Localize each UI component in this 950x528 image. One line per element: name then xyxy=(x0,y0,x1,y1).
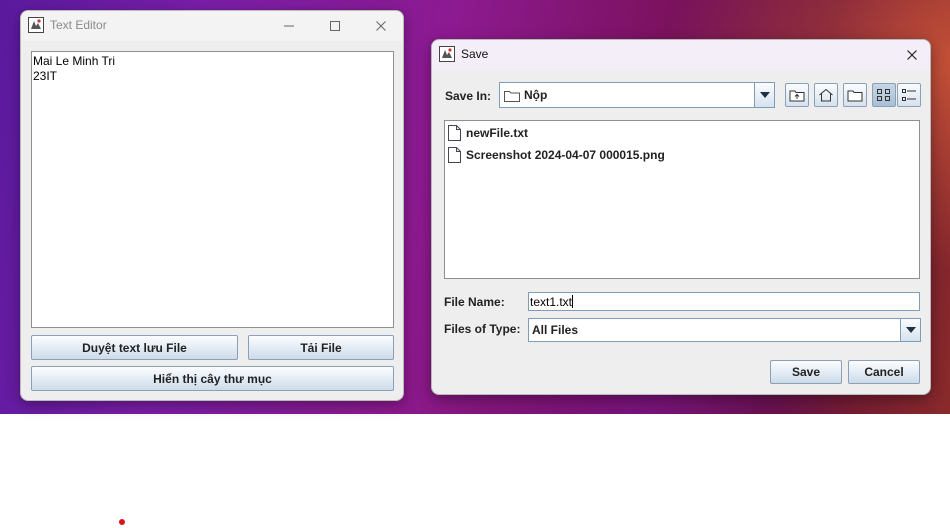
file-type-combo[interactable]: All Files xyxy=(528,318,921,342)
text-line: 23IT xyxy=(33,69,58,83)
java-app-icon xyxy=(28,17,44,33)
minimize-icon[interactable] xyxy=(266,11,312,41)
file-name-value: text1.txt xyxy=(530,294,573,309)
file-name: Screenshot 2024-04-07 000015.png xyxy=(466,148,665,162)
file-name: newFile.txt xyxy=(466,126,529,140)
java-app-icon xyxy=(439,46,455,62)
chevron-down-icon[interactable] xyxy=(754,83,774,107)
save-in-label: Save In: xyxy=(445,89,492,103)
text-editor-window: Text Editor Mai Le Minh Tri 23IT Duyệt t… xyxy=(20,10,404,401)
home-icon[interactable] xyxy=(814,83,838,107)
editor-titlebar[interactable]: Text Editor xyxy=(21,11,403,41)
text-caret xyxy=(572,295,574,308)
maximize-icon[interactable] xyxy=(312,11,358,41)
up-folder-icon[interactable] xyxy=(785,83,809,107)
file-type-value: All Files xyxy=(532,323,579,337)
cancel-button[interactable]: Cancel xyxy=(848,360,920,384)
file-name-field[interactable]: text1.txt xyxy=(528,292,920,311)
close-icon[interactable] xyxy=(358,11,403,41)
new-folder-icon[interactable] xyxy=(843,83,867,107)
file-name-label: File Name: xyxy=(444,295,505,309)
file-icon xyxy=(448,125,461,141)
editor-title: Text Editor xyxy=(50,18,107,32)
save-dialog-title: Save xyxy=(461,47,489,61)
save-button[interactable]: Save xyxy=(770,360,842,384)
chevron-down-icon[interactable] xyxy=(900,319,920,341)
file-icon xyxy=(448,147,461,163)
save-in-combo[interactable]: Nộp xyxy=(499,82,775,108)
show-tree-button[interactable]: Hiển thị cây thư mục xyxy=(31,366,394,391)
save-in-value: Nộp xyxy=(524,88,548,102)
close-icon[interactable] xyxy=(892,40,930,70)
text-line: Mai Le Minh Tri xyxy=(33,54,116,68)
cursor-dot xyxy=(119,519,125,525)
list-view-icon[interactable] xyxy=(872,83,896,107)
details-view-icon[interactable] xyxy=(897,83,921,107)
save-titlebar[interactable]: Save xyxy=(432,40,930,70)
save-dialog: Save Save In: Nộp newFile.txt Screenshot… xyxy=(431,39,931,395)
editor-text-area[interactable]: Mai Le Minh Tri 23IT xyxy=(31,51,394,328)
browse-save-button[interactable]: Duyệt text lưu File xyxy=(31,335,238,360)
load-file-button[interactable]: Tải File xyxy=(248,335,394,360)
list-item[interactable]: newFile.txt xyxy=(448,123,528,143)
file-list[interactable]: newFile.txt Screenshot 2024-04-07 000015… xyxy=(444,120,920,279)
folder-icon xyxy=(504,90,520,102)
file-type-label: Files of Type: xyxy=(444,322,521,336)
list-item[interactable]: Screenshot 2024-04-07 000015.png xyxy=(448,145,665,165)
